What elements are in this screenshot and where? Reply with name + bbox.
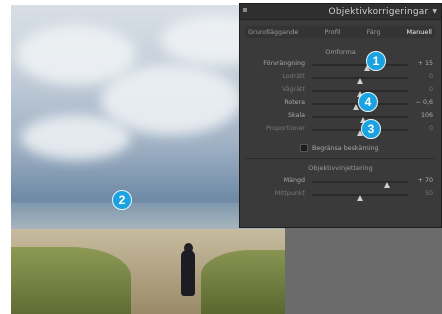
person	[181, 250, 195, 296]
slider-row-midpoint: Mittpunkt 50	[240, 190, 441, 201]
tab-manual[interactable]: Manuell	[404, 28, 435, 36]
divider	[245, 158, 435, 159]
callout-badge-2: 2	[112, 190, 132, 210]
constrain-crop-checkbox[interactable]	[300, 144, 308, 152]
slider-track[interactable]	[312, 64, 408, 71]
slider-track[interactable]	[312, 194, 408, 201]
panel-header[interactable]: Objektivkorrigeringar ▼	[240, 4, 441, 20]
slider-label: Förvrängning	[263, 60, 305, 67]
cloud	[21, 115, 131, 160]
slider-track[interactable]	[312, 77, 408, 84]
slider-track[interactable]	[312, 129, 408, 136]
callout-badge-1: 1	[366, 51, 386, 71]
lens-corrections-panel: Objektivkorrigeringar ▼ Grundläggande Pr…	[239, 3, 442, 228]
slider-thumb[interactable]	[383, 182, 390, 188]
slider-thumb[interactable]	[357, 195, 363, 201]
constrain-crop-label: Begränsa beskärning	[312, 144, 379, 152]
vignetting-section-title: Objektivvinjettering	[308, 164, 373, 172]
slider-label: Rotera	[284, 99, 305, 106]
slider-value[interactable]: 106	[421, 112, 433, 119]
slider-track[interactable]	[312, 116, 408, 123]
slider-row-rotate: Rotera − 0,6	[240, 99, 441, 110]
slider-label: Mittpunkt	[274, 190, 305, 197]
slider-row-scale: Skala 106	[240, 112, 441, 123]
grass-right	[201, 250, 285, 314]
slider-value[interactable]: 0	[429, 86, 433, 93]
slider-value[interactable]: + 70	[418, 177, 433, 184]
slider-label: Proportioner	[266, 125, 305, 132]
grass-left	[11, 247, 131, 314]
slider-label: Lodrätt	[282, 73, 305, 80]
callout-badge-4: 4	[358, 92, 378, 112]
slider-thumb[interactable]	[357, 78, 363, 84]
collapse-triangle-icon[interactable]: ▼	[432, 8, 437, 15]
slider-row-distortion: Förvrängning + 15	[240, 60, 441, 71]
slider-label: Mängd	[283, 177, 305, 184]
slider-track[interactable]	[312, 90, 408, 97]
tab-basic[interactable]: Grundläggande	[245, 28, 301, 36]
slider-row-vertical: Lodrätt 0	[240, 73, 441, 84]
tab-profile[interactable]: Profil	[321, 28, 343, 36]
slider-label: Vågrätt	[281, 86, 305, 93]
slider-value[interactable]: + 15	[418, 60, 433, 67]
tab-color[interactable]: Färg	[364, 28, 384, 36]
tab-bar: Grundläggande Profil Färg Manuell	[245, 26, 435, 38]
slider-label: Skala	[288, 112, 305, 119]
slider-track[interactable]	[312, 181, 408, 188]
slider-value[interactable]: − 0,6	[416, 99, 433, 106]
transform-section-title: Omforma	[325, 48, 356, 56]
slider-value[interactable]: 0	[429, 125, 433, 132]
background-area	[285, 228, 442, 314]
grip-icon[interactable]	[243, 8, 247, 12]
slider-row-aspect: Proportioner 0	[240, 125, 441, 136]
slider-row-horizontal: Vågrätt 0	[240, 86, 441, 97]
constrain-crop-checkbox-row[interactable]: Begränsa beskärning	[300, 144, 379, 152]
panel-title: Objektivkorrigeringar	[328, 6, 429, 17]
callout-badge-3: 3	[361, 119, 381, 139]
slider-value[interactable]: 50	[425, 190, 433, 197]
slider-value[interactable]: 0	[429, 73, 433, 80]
slider-row-amount: Mängd + 70	[240, 177, 441, 188]
